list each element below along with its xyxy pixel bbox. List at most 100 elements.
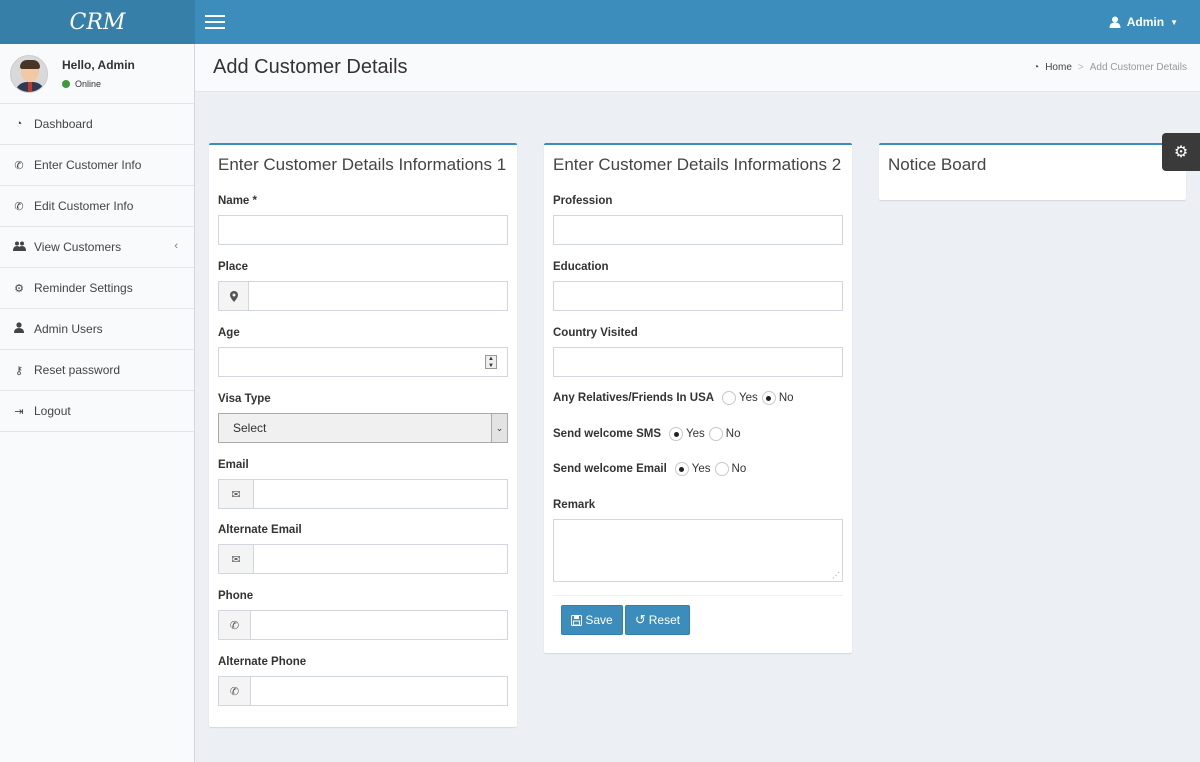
- sidebar-item-label: Dashboard: [34, 117, 93, 131]
- undo-icon: ↺: [634, 612, 646, 627]
- visa-type-select[interactable]: Select ⌄: [218, 413, 508, 443]
- gear-icon: ⚙: [14, 282, 24, 295]
- breadcrumb-home-link[interactable]: Home: [1045, 62, 1072, 73]
- radio-label: Yes: [691, 463, 711, 475]
- sidebar-item-edit-customer-info[interactable]: ✆ Edit Customer Info: [0, 186, 194, 227]
- box-title: Enter Customer Details Informations 1: [218, 155, 507, 174]
- country-visited-input[interactable]: [553, 347, 843, 377]
- sidebar-item-label: Logout: [34, 404, 71, 418]
- relatives-label: Any Relatives/Friends In USA: [553, 392, 715, 404]
- sidebar: Hello, Admin Online ◔ Dashboard ✆ Enter …: [0, 44, 195, 762]
- user-panel: Hello, Admin Online: [0, 44, 194, 104]
- phone-input-group: ✆: [218, 610, 508, 640]
- resize-grip-icon[interactable]: ⋰: [832, 571, 840, 580]
- relatives-no-radio[interactable]: [761, 391, 776, 405]
- sidebar-item-view-customers[interactable]: View Customers ‹: [0, 227, 194, 268]
- place-label: Place: [218, 261, 249, 273]
- alt-phone-input[interactable]: [250, 676, 508, 706]
- notice-board-title: Notice Board: [888, 155, 987, 174]
- welcome-email-radio-group: Send welcome Email Yes No: [553, 462, 750, 476]
- welcome-sms-yes-radio[interactable]: [669, 427, 684, 441]
- envelope-icon: ✉: [218, 479, 253, 509]
- visa-type-label: Visa Type: [218, 393, 271, 405]
- sidebar-item-label: Admin Users: [34, 322, 103, 336]
- chevron-down-icon: ⌄: [491, 414, 507, 442]
- remark-textarea[interactable]: ⋰: [553, 519, 843, 582]
- age-label: Age: [218, 327, 240, 339]
- email-label: Email: [218, 459, 249, 471]
- name-label: Name *: [218, 195, 257, 207]
- email-input[interactable]: [253, 479, 508, 509]
- sidebar-item-reminder-settings[interactable]: ⚙ Reminder Settings: [0, 268, 194, 309]
- users-icon: [13, 241, 26, 254]
- alt-email-label: Alternate Email: [218, 524, 302, 536]
- education-input[interactable]: [553, 281, 843, 311]
- phone-icon: ✆: [14, 159, 24, 172]
- education-label: Education: [553, 261, 609, 273]
- sidebar-toggle-icon[interactable]: [205, 15, 225, 29]
- user-icon: [13, 322, 25, 336]
- radio-label: Yes: [739, 392, 758, 404]
- breadcrumb-separator: >: [1077, 62, 1084, 73]
- save-label: Save: [585, 613, 613, 627]
- alt-email-input-group: ✉: [218, 544, 508, 574]
- number-spinner[interactable]: ▲ ▼: [485, 355, 497, 369]
- radio-label: Yes: [686, 428, 705, 440]
- phone-input[interactable]: [250, 610, 508, 640]
- phone-label: Phone: [218, 590, 254, 602]
- alt-phone-input-group: ✆: [218, 676, 508, 706]
- app-logo[interactable]: CRM: [0, 0, 195, 44]
- map-marker-icon: [218, 281, 248, 311]
- settings-gear-icon[interactable]: ⚙: [1162, 133, 1200, 171]
- user-icon: [1109, 16, 1121, 28]
- profession-input[interactable]: [553, 215, 843, 245]
- dashboard-icon: ◔: [15, 118, 23, 130]
- welcome-sms-no-radio[interactable]: [708, 427, 723, 441]
- reset-button[interactable]: ↺ Reset: [625, 605, 690, 635]
- radio-label: No: [731, 463, 747, 475]
- remark-label: Remark: [553, 499, 596, 511]
- save-button[interactable]: Save: [561, 605, 623, 635]
- reset-label: Reset: [648, 613, 681, 627]
- dashboard-icon: ◔: [1033, 62, 1040, 73]
- relatives-yes-radio[interactable]: [722, 391, 737, 405]
- sidebar-item-label: Reminder Settings: [34, 281, 133, 295]
- caret-down-icon: ▼: [1170, 17, 1178, 27]
- sidebar-item-logout[interactable]: ⇥ Logout: [0, 391, 194, 432]
- alt-phone-label: Alternate Phone: [218, 656, 307, 668]
- user-greeting: Hello, Admin: [62, 58, 135, 72]
- user-menu[interactable]: Admin ▼: [1109, 15, 1178, 29]
- sidebar-item-admin-users[interactable]: Admin Users: [0, 309, 194, 350]
- breadcrumb-current: Add Customer Details: [1089, 62, 1187, 73]
- chevron-left-icon: ‹: [174, 240, 178, 252]
- key-icon: ⚷: [14, 364, 24, 377]
- sidebar-item-label: Edit Customer Info: [34, 199, 134, 213]
- sidebar-item-reset-password[interactable]: ⚷ Reset password: [0, 350, 194, 391]
- box-title: Enter Customer Details Informations 2: [553, 155, 842, 174]
- content-header: Add Customer Details ◔ Home > Add Custom…: [195, 44, 1200, 92]
- welcome-email-label: Send welcome Email: [553, 463, 667, 475]
- welcome-email-no-radio[interactable]: [714, 462, 729, 476]
- online-dot-icon: [62, 80, 70, 88]
- sidebar-item-enter-customer-info[interactable]: ✆ Enter Customer Info: [0, 145, 194, 186]
- alt-email-input[interactable]: [253, 544, 508, 574]
- age-input[interactable]: ▲ ▼: [218, 347, 508, 377]
- radio-label: No: [778, 392, 794, 404]
- envelope-icon: ✉: [218, 544, 253, 574]
- place-input-group: [218, 281, 508, 311]
- user-menu-label: Admin: [1126, 15, 1165, 29]
- sidebar-item-label: Enter Customer Info: [34, 158, 142, 172]
- sidebar-item-dashboard[interactable]: ◔ Dashboard: [0, 104, 194, 145]
- customer-details-box-2: Enter Customer Details Informations 2 Pr…: [544, 143, 852, 653]
- logout-icon: ⇥: [14, 405, 24, 418]
- phone-icon: ✆: [218, 610, 250, 640]
- place-input[interactable]: [248, 281, 508, 311]
- radio-label: No: [725, 428, 741, 440]
- welcome-email-yes-radio[interactable]: [674, 462, 689, 476]
- customer-details-box-1: Enter Customer Details Informations 1 Na…: [209, 143, 517, 727]
- welcome-sms-label: Send welcome SMS: [553, 428, 662, 440]
- profession-label: Profession: [553, 195, 613, 207]
- sidebar-item-label: Reset password: [34, 363, 121, 377]
- page-title: Add Customer Details: [213, 56, 408, 78]
- name-input[interactable]: [218, 215, 508, 245]
